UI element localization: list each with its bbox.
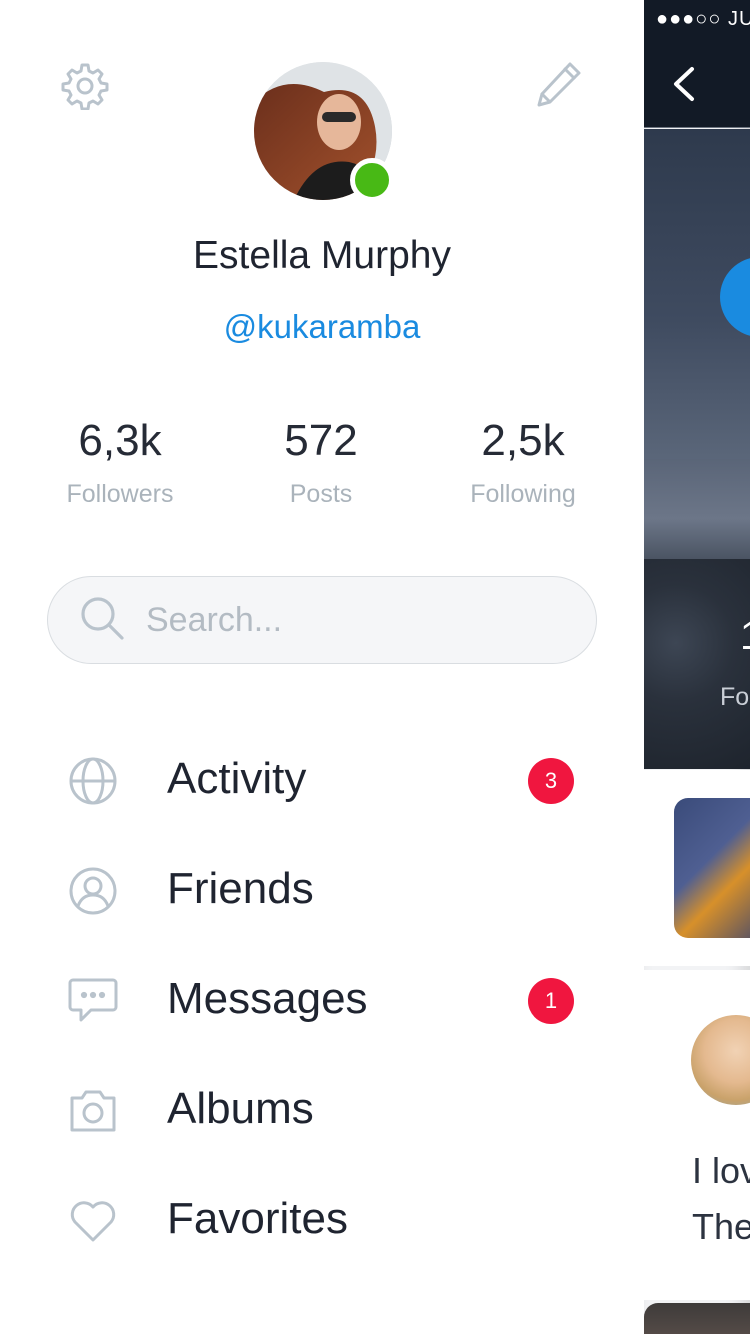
peek-next-image	[644, 1303, 750, 1334]
notification-badge: 1	[528, 978, 574, 1024]
menu-item-label: Albums	[167, 1084, 314, 1133]
back-arrow-icon[interactable]	[670, 66, 700, 102]
online-status-indicator	[350, 158, 394, 202]
heart-icon	[66, 1196, 120, 1246]
stat-label: Following	[470, 480, 576, 508]
menu-item-messages[interactable]: Messages 1	[0, 950, 644, 1050]
menu-item-albums[interactable]: Albums	[0, 1060, 644, 1160]
avatar	[691, 1015, 750, 1105]
search-input[interactable]	[146, 600, 546, 640]
stat-label: Followers	[66, 480, 174, 508]
peek-stat-value: 1	[740, 614, 750, 659]
menu-item-label: Friends	[167, 864, 314, 913]
stat-value: 2,5k	[481, 416, 565, 465]
stat-following[interactable]: 2,5k Following	[423, 416, 623, 509]
pencil-icon[interactable]	[534, 59, 584, 109]
stat-value: 6,3k	[78, 416, 162, 465]
user-circle-icon	[66, 866, 120, 916]
menu-item-friends[interactable]: Friends	[0, 840, 644, 940]
follow-button[interactable]	[720, 257, 750, 337]
search-icon	[78, 594, 126, 647]
cover-rocks	[644, 559, 750, 769]
search-bar[interactable]	[47, 576, 597, 664]
peek-photo-card[interactable]	[644, 770, 750, 966]
peek-nav-bar: ●●●○○ JU	[644, 0, 750, 128]
status-bar-text: ●●●○○ JU	[656, 8, 750, 30]
post-text: The	[692, 1206, 750, 1247]
stat-value: 572	[284, 416, 358, 465]
avatar[interactable]	[254, 62, 394, 202]
menu-item-label: Messages	[167, 974, 368, 1023]
menu-item-label: Favorites	[167, 1194, 348, 1243]
peek-stat-label: Fo	[720, 683, 750, 711]
menu-item-label: Activity	[167, 754, 307, 803]
menu-item-activity[interactable]: Activity 3	[0, 730, 644, 830]
chat-bubble-icon	[66, 976, 120, 1026]
profile-handle[interactable]: @kukaramba	[0, 308, 644, 346]
camera-icon	[66, 1086, 120, 1136]
peek-post-card[interactable]: I lov The	[644, 970, 750, 1300]
stat-followers[interactable]: 6,3k Followers	[20, 416, 220, 509]
side-drawer: Estella Murphy @kukaramba 6,3k Followers…	[0, 0, 644, 1334]
gear-icon[interactable]	[60, 61, 110, 111]
globe-icon	[66, 756, 120, 806]
stat-label: Posts	[289, 480, 353, 508]
post-text: I lov	[692, 1150, 750, 1191]
menu-item-favorites[interactable]: Favorites	[0, 1170, 644, 1270]
stat-posts[interactable]: 572 Posts	[221, 416, 421, 509]
underlying-profile-screen[interactable]: ●●●○○ JU 1 Fo I lov The	[644, 0, 750, 1334]
food-photo	[674, 798, 750, 938]
notification-badge: 3	[528, 758, 574, 804]
cover-image: 1 Fo	[644, 129, 750, 769]
profile-name: Estella Murphy	[193, 234, 451, 277]
